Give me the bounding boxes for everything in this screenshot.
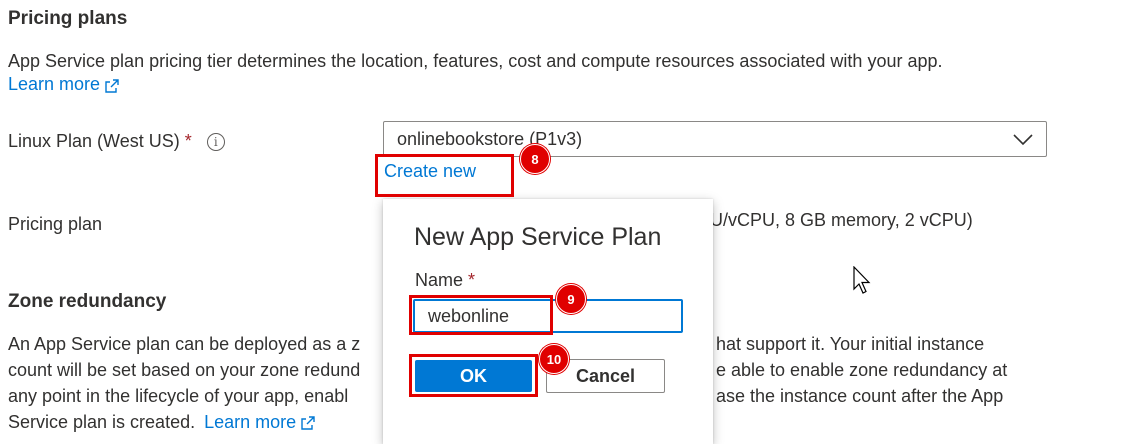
zone-redundancy-heading: Zone redundancy — [8, 291, 167, 312]
linux-plan-dropdown[interactable]: onlinebookstore (P1v3) — [383, 121, 1047, 157]
zone-line-4: Service plan is created. Learn more — [8, 409, 316, 435]
zone-line-2-right: e able to enable zone redundancy at — [716, 360, 1008, 380]
zone-last-line-text: Service plan is created. — [8, 412, 196, 432]
chevron-down-icon — [1013, 134, 1033, 146]
zone-line-1-right: hat support it. Your initial instance — [716, 334, 985, 354]
learn-more-label: Learn more — [8, 74, 101, 94]
pricing-plan-value: U/vCPU, 8 GB memory, 2 vCPU) — [710, 210, 973, 230]
step-8-badge: 8 — [520, 144, 550, 174]
annotation-box-ok-button — [409, 354, 538, 397]
learn-more-link[interactable]: Learn more — [8, 74, 120, 95]
info-icon[interactable]: i — [206, 133, 225, 152]
linux-plan-label-text: Linux Plan (West US) — [8, 131, 180, 151]
step-10-badge: 10 — [539, 344, 569, 374]
zone-line-3-right: ase the instance count after the App — [716, 386, 1004, 406]
external-link-icon — [105, 79, 119, 93]
callout-title: New App Service Plan — [414, 223, 662, 251]
linux-plan-label: Linux Plan (West US) * i — [8, 128, 225, 154]
mouse-cursor-icon — [853, 266, 871, 294]
required-asterisk: * — [468, 270, 476, 290]
pricing-plans-description: App Service plan pricing tier determines… — [8, 51, 943, 71]
zone-line-3-left: any point in the lifecycle of your app, … — [8, 386, 349, 406]
pricing-plan-label: Pricing plan — [8, 214, 103, 234]
zone-learn-more-label: Learn more — [204, 412, 297, 432]
zone-line-2-left: count will be set based on your zone red… — [8, 360, 361, 380]
annotation-box-create-new — [375, 154, 514, 197]
zone-learn-more-link[interactable]: Learn more — [204, 412, 316, 432]
name-label-text: Name — [415, 270, 464, 290]
required-asterisk: * — [184, 131, 192, 151]
external-link-icon — [301, 416, 315, 430]
annotation-box-name-input — [409, 295, 553, 335]
name-label: Name * — [415, 267, 475, 293]
pricing-plans-heading: Pricing plans — [8, 8, 128, 29]
zone-line-1-left: An App Service plan can be deployed as a… — [8, 334, 361, 354]
linux-plan-selected-value: onlinebookstore (P1v3) — [397, 129, 583, 149]
step-9-badge: 9 — [556, 284, 586, 314]
